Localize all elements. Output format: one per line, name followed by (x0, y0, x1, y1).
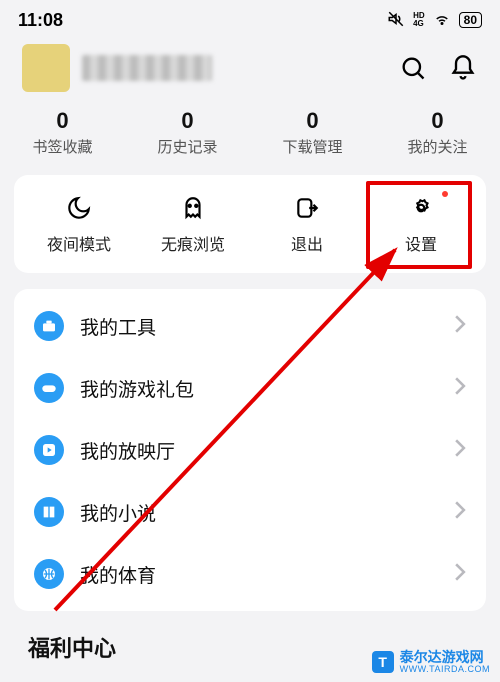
watermark-badge: T (372, 651, 394, 673)
badge-dot (442, 191, 448, 197)
status-time: 11:08 (18, 10, 63, 31)
book-icon (34, 497, 64, 527)
quick-night-mode[interactable]: 夜间模式 (22, 193, 136, 255)
profile-header (0, 34, 500, 96)
play-icon (34, 435, 64, 465)
watermark-cn: 泰尔达游戏网 (400, 650, 490, 665)
battery-indicator: 80 (459, 12, 482, 28)
hd-icon: HD4G (413, 12, 425, 28)
bell-icon[interactable] (448, 53, 478, 83)
username-blurred (82, 55, 212, 81)
quick-settings[interactable]: 设置 (364, 193, 478, 255)
chevron-right-icon (454, 501, 466, 524)
ghost-icon (136, 193, 250, 223)
quick-incognito[interactable]: 无痕浏览 (136, 193, 250, 255)
ball-icon (34, 559, 64, 589)
watermark-en: WWW.TAIRDA.COM (400, 665, 490, 674)
stat-bookmarks[interactable]: 0 书签收藏 (0, 108, 125, 157)
toolbox-icon (34, 311, 64, 341)
chevron-right-icon (454, 315, 466, 338)
quick-exit[interactable]: 退出 (250, 193, 364, 255)
avatar[interactable] (22, 44, 70, 92)
stats-row: 0 书签收藏 0 历史记录 0 下载管理 0 我的关注 (0, 96, 500, 175)
menu-list: 我的工具 我的游戏礼包 我的放映厅 我的小说 我的体育 (14, 289, 486, 611)
stat-history[interactable]: 0 历史记录 (125, 108, 250, 157)
status-bar: 11:08 HD4G 80 (0, 0, 500, 34)
status-indicators: HD4G 80 (387, 10, 482, 31)
settings-icon (364, 193, 478, 223)
menu-my-tools[interactable]: 我的工具 (14, 295, 486, 357)
mute-icon (387, 10, 405, 31)
watermark: T 泰尔达游戏网 WWW.TAIRDA.COM (372, 650, 490, 674)
stat-downloads[interactable]: 0 下载管理 (250, 108, 375, 157)
exit-icon (250, 193, 364, 223)
quick-actions-card: 夜间模式 无痕浏览 退出 设置 (14, 175, 486, 273)
menu-sports[interactable]: 我的体育 (14, 543, 486, 605)
chevron-right-icon (454, 377, 466, 400)
stat-follows[interactable]: 0 我的关注 (375, 108, 500, 157)
menu-novels[interactable]: 我的小说 (14, 481, 486, 543)
chevron-right-icon (454, 439, 466, 462)
chevron-right-icon (454, 563, 466, 586)
menu-game-gifts[interactable]: 我的游戏礼包 (14, 357, 486, 419)
menu-cinema[interactable]: 我的放映厅 (14, 419, 486, 481)
gamepad-icon (34, 373, 64, 403)
moon-icon (22, 193, 136, 223)
search-icon[interactable] (398, 53, 428, 83)
wifi-icon (433, 10, 451, 31)
